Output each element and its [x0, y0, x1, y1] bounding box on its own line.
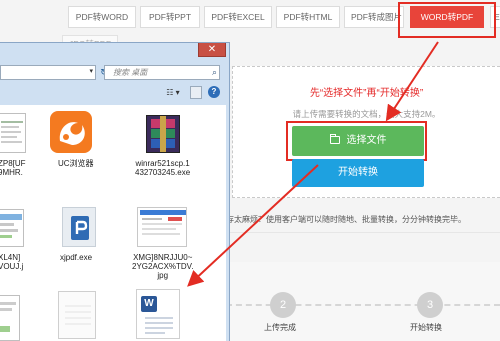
blank-doc-lines	[65, 305, 91, 325]
address-row: ▾ ↻ 搜索 桌面⌕	[0, 63, 226, 81]
client-promo-text: 存太麻烦？使用客户端可以随时随地、批量转换，分分钟转换完毕。	[226, 215, 466, 224]
screenshot-thumb-art	[140, 210, 186, 235]
start-convert-button[interactable]: 开始转换	[292, 159, 424, 187]
step-2-label: 上传完成	[264, 323, 296, 332]
blank-doc-icon[interactable]	[58, 291, 96, 339]
tab-pdf-to-html[interactable]: PDF转HTML	[276, 6, 340, 28]
upload-hint-red: 先“选择文件”再“开始转换”	[309, 88, 424, 99]
steps-connector	[226, 304, 500, 306]
uc-squirrel-glyph	[59, 122, 85, 145]
xjpdf-icon[interactable]	[62, 207, 96, 247]
file-name: winrar521scp.1 432703245.exe	[135, 159, 191, 177]
close-icon[interactable]: ✕	[198, 43, 226, 57]
screenshot-thumb-icon[interactable]	[137, 207, 187, 247]
preview-pane-icon[interactable]	[190, 86, 202, 99]
file-name: XMG]8NRJJU0~ 2YG2ACX%TDV. jpg	[132, 253, 194, 280]
file-explorer-window: ✕ ▾ ↻ 搜索 桌面⌕ ☷ ▾ ? ZP8[UF 9MHR.	[0, 42, 230, 341]
annotation-box-tab	[398, 2, 496, 38]
tab-pdf-to-ppt[interactable]: PDF转PPT	[140, 6, 200, 28]
search-icon: ⌕	[211, 67, 217, 77]
step-3-circle: 3	[417, 292, 443, 318]
word-doc-lines	[145, 317, 173, 334]
uc-browser-icon[interactable]	[50, 111, 92, 153]
xjpdf-glyph	[71, 216, 89, 240]
search-placeholder: 搜索 桌面	[113, 68, 148, 77]
tab-pdf-to-excel[interactable]: PDF转EXCEL	[204, 6, 272, 28]
step-2-circle: 2	[270, 292, 296, 318]
tab-pdf-to-image[interactable]: PDF转成图片	[344, 6, 404, 28]
doc-thumb-icon[interactable]	[0, 113, 26, 153]
winrar-strap	[160, 116, 166, 152]
file-name: ZP8[UF 9MHR.	[0, 159, 26, 177]
search-input[interactable]: 搜索 桌面 ⌕	[104, 65, 220, 80]
file-name: UC浏览器	[58, 159, 94, 168]
partial-doc-art	[0, 302, 16, 332]
winrar-icon[interactable]	[146, 115, 180, 153]
divider	[226, 232, 500, 233]
file-grid: ZP8[UF 9MHR. UC浏览器 winrar521scp.1 432703…	[0, 105, 226, 341]
help-icon[interactable]: ?	[208, 86, 220, 98]
chevron-down-icon[interactable]: ▾	[89, 67, 93, 75]
upload-hint-gray: 请上传需要转换的文档，最大支持2M。	[292, 109, 441, 119]
file-name: xjpdf.exe	[60, 253, 93, 262]
tab-pdf-to-word[interactable]: PDF转WORD	[68, 6, 136, 28]
word-doc-icon[interactable]: W	[136, 289, 180, 339]
image-thumb-icon[interactable]	[0, 209, 24, 247]
partial-doc-icon[interactable]	[0, 295, 20, 341]
step-3-label: 开始转换	[410, 323, 442, 332]
view-options-icon[interactable]: ☷ ▾	[160, 86, 186, 99]
file-name: XL4N] VOUJ.j	[0, 253, 24, 271]
address-bar[interactable]: ▾	[0, 65, 96, 80]
image-thumb-art	[0, 214, 22, 238]
annotation-box-select	[286, 121, 427, 161]
toolbar: ☷ ▾ ?	[0, 84, 226, 102]
doc-thumb-lines	[1, 121, 23, 143]
